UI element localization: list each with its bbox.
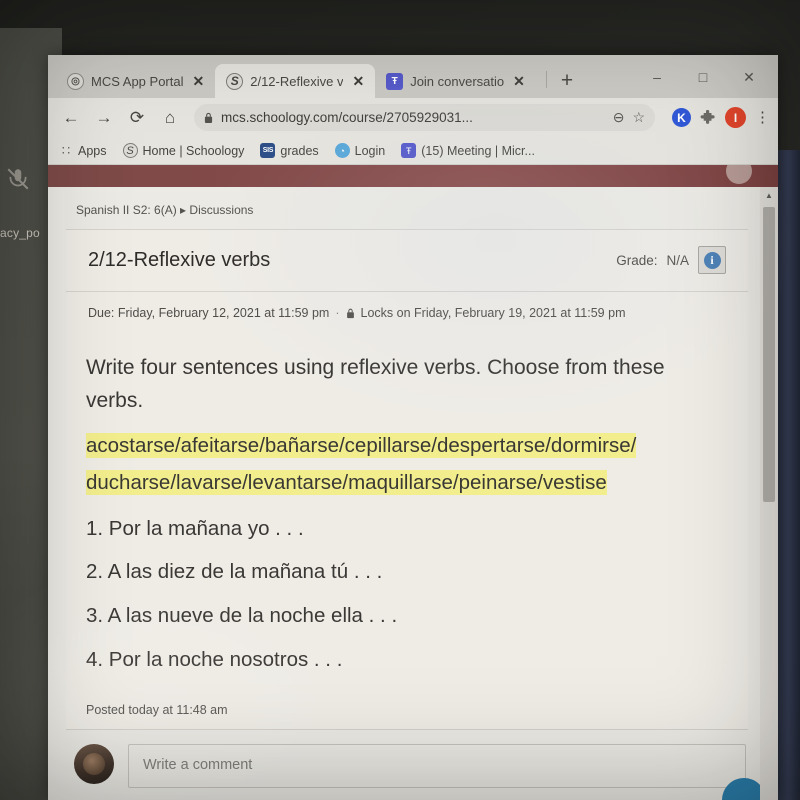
- instructions-line-2: verbs.: [86, 388, 144, 412]
- bookmark-meeting-teams[interactable]: Ŧ (15) Meeting | Micr...: [401, 143, 535, 158]
- home-icon[interactable]: ⌂: [155, 103, 185, 133]
- close-window-button[interactable]: ✕: [726, 63, 772, 91]
- bookmark-login[interactable]: ◔ Login: [334, 143, 386, 158]
- browser-toolbar: ← → ⟳ ⌂ mcs.schoology.com/course/2705929…: [48, 98, 778, 137]
- page-title: 2/12-Reflexive verbs: [88, 248, 271, 271]
- background-partial-text: acy_po: [0, 226, 40, 240]
- verb-list-highlight: ducharse/lavarse/levantarse/maquillarse/…: [86, 469, 607, 495]
- address-bar[interactable]: mcs.schoology.com/course/2705929031... ⊖…: [194, 104, 655, 131]
- bookmarks-bar: ∷ Apps S Home | Schoology SIS grades ◔ L…: [48, 137, 778, 165]
- bookmark-label: grades: [280, 143, 319, 158]
- grade-block: Grade: N/A i: [616, 246, 726, 274]
- due-text: Due: Friday, February 12, 2021 at 11:59 …: [88, 306, 330, 320]
- zoom-icon[interactable]: ⊖: [613, 109, 625, 126]
- tab-close-icon[interactable]: ✕: [191, 74, 207, 88]
- scroll-up-icon[interactable]: ▲: [760, 187, 778, 203]
- extension-k-icon[interactable]: K: [672, 108, 691, 127]
- grade-value: N/A: [666, 252, 689, 268]
- browser-tab-reflexive-verbs[interactable]: S 2/12-Reflexive v ✕: [215, 64, 376, 98]
- schoology-icon: S: [122, 143, 138, 158]
- bookmark-grades[interactable]: SIS grades: [260, 143, 319, 158]
- scrollbar-thumb[interactable]: [763, 207, 775, 502]
- bookmark-home-schoology[interactable]: S Home | Schoology: [122, 143, 245, 158]
- browser-tab-mcs-app-portal[interactable]: ◎ MCS App Portal ✕: [56, 64, 216, 98]
- tab-close-icon[interactable]: ✕: [511, 74, 527, 88]
- lock-icon: [204, 112, 213, 123]
- photo-backdrop: acy_po ◎ MCS App Portal ✕ S 2/12-Reflexi…: [0, 0, 800, 800]
- sentence-prompt-2: 2. A las diez de la mañana tú . . .: [86, 560, 383, 584]
- mic-muted-icon: [7, 168, 29, 190]
- discussion-body: Write four sentences using reflexive ver…: [66, 336, 748, 677]
- minimize-button[interactable]: –: [634, 63, 680, 91]
- browser-menu-icon[interactable]: ⋮: [755, 110, 770, 125]
- bookmark-label: Login: [354, 143, 386, 158]
- instructions-paragraph: Write four sentences using reflexive ver…: [86, 352, 726, 417]
- due-separator: ·: [335, 306, 340, 320]
- page-scroll-area: Spanish II S2: 6(A) ▸ Discussions 2/12-R…: [48, 187, 766, 800]
- schoology-site-header: [48, 165, 778, 187]
- bookmark-star-icon[interactable]: ☆: [632, 109, 645, 126]
- tab-strip: ◎ MCS App Portal ✕ S 2/12-Reflexive v ✕ …: [48, 55, 778, 98]
- tab-title: 2/12-Reflexive v: [250, 73, 344, 89]
- window-controls: – □ ✕: [634, 63, 772, 91]
- maximize-button[interactable]: □: [680, 63, 726, 91]
- sentence-prompt-4: 4. Por la noche nosotros . . .: [86, 647, 343, 671]
- tab-title: Join conversatio: [410, 73, 505, 89]
- toolbar-right-group: K I ⋮: [664, 107, 770, 128]
- tab-title: MCS App Portal: [91, 73, 184, 89]
- breadcrumb[interactable]: Spanish II S2: 6(A) ▸ Discussions: [48, 187, 760, 229]
- lock-icon: [346, 308, 354, 318]
- avatar: [74, 744, 114, 785]
- comment-composer: Write a comment: [48, 730, 766, 800]
- forward-icon[interactable]: →: [89, 103, 119, 133]
- comment-input[interactable]: Write a comment: [128, 744, 746, 789]
- sis-icon: SIS: [260, 143, 276, 158]
- browser-window: ◎ MCS App Portal ✕ S 2/12-Reflexive v ✕ …: [48, 55, 778, 800]
- instructions-line-1: Write four sentences using reflexive ver…: [86, 356, 665, 379]
- bookmark-apps[interactable]: ∷ Apps: [58, 143, 107, 158]
- due-date-row: Due: Friday, February 12, 2021 at 11:59 …: [66, 292, 748, 336]
- tab-divider: [545, 71, 547, 88]
- info-button[interactable]: i: [698, 246, 726, 274]
- locks-text: Locks on Friday, February 19, 2021 at 11…: [360, 306, 626, 320]
- teams-icon: Ŧ: [386, 72, 404, 90]
- bookmark-label: Home | Schoology: [142, 143, 245, 158]
- info-icon: i: [703, 251, 721, 269]
- back-icon[interactable]: ←: [56, 103, 86, 133]
- verb-list-line-2: ducharse/lavarse/levantarse/maquillarse/…: [86, 468, 726, 499]
- teams-icon: Ŧ: [401, 143, 417, 158]
- posted-timestamp: Posted today at 11:48 am: [86, 703, 228, 718]
- puzzle-extension-icon[interactable]: [700, 109, 716, 126]
- mcs-portal-icon: ◎: [67, 72, 84, 90]
- reload-icon[interactable]: ⟳: [122, 103, 152, 133]
- bookmark-label: Apps: [78, 143, 107, 158]
- tab-close-icon[interactable]: ✕: [350, 74, 366, 88]
- verb-list-line-1: acostarse/afeitarse/bañarse/cepillarse/d…: [86, 431, 726, 462]
- login-cloud-icon: ◔: [334, 143, 350, 158]
- page-viewport: Spanish II S2: 6(A) ▸ Discussions 2/12-R…: [48, 165, 778, 800]
- header-avatar[interactable]: [726, 165, 752, 184]
- browser-tab-join-conversation[interactable]: Ŧ Join conversatio ✕: [375, 64, 536, 98]
- bookmark-label: (15) Meeting | Micr...: [421, 143, 535, 158]
- discussion-title-row: 2/12-Reflexive verbs Grade: N/A i: [66, 230, 748, 292]
- sentence-prompt-3: 3. A las nueve de la noche ella . . .: [86, 603, 398, 627]
- vertical-scrollbar[interactable]: ▲: [760, 187, 778, 800]
- url-text: mcs.schoology.com/course/2705929031...: [221, 110, 473, 125]
- schoology-icon: S: [226, 72, 244, 90]
- discussion-card: 2/12-Reflexive verbs Grade: N/A i Due: F…: [66, 229, 748, 730]
- new-tab-button[interactable]: +: [561, 70, 573, 91]
- verb-list-highlight: acostarse/afeitarse/bañarse/cepillarse/d…: [86, 433, 637, 459]
- apps-grid-icon: ∷: [61, 142, 70, 158]
- sentence-prompt-1: 1. Por la mañana yo . . .: [86, 516, 304, 540]
- profile-avatar[interactable]: I: [725, 107, 746, 128]
- grade-label: Grade:: [616, 252, 658, 268]
